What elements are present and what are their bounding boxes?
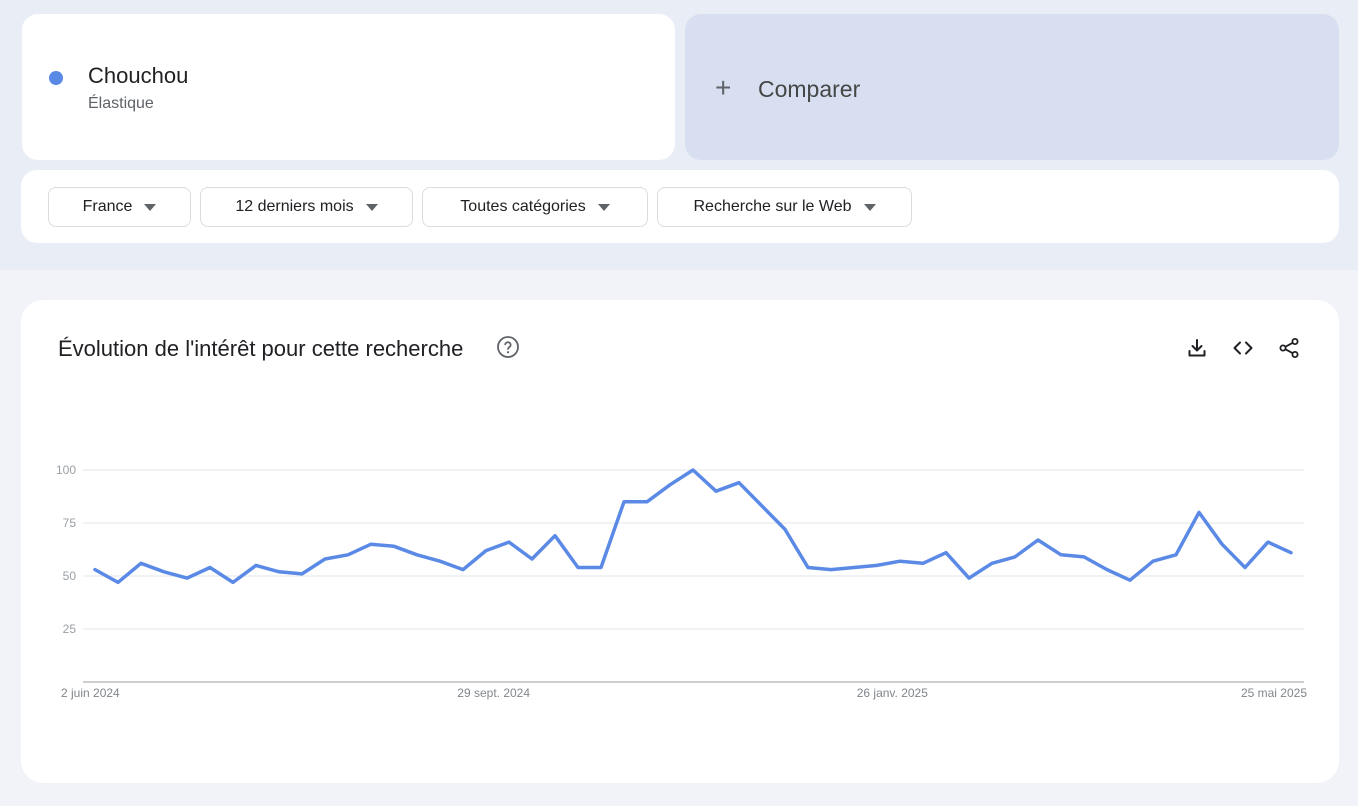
region-filter-label: France	[82, 198, 133, 215]
interest-line-chart: 25 50 75 100 2 juin 2024 29 sept. 2024 26 janv…	[56, 463, 1307, 700]
caret-down-icon	[597, 203, 610, 211]
x-tick-label: 2 juin 2024	[61, 686, 120, 700]
plus-icon: +	[715, 72, 732, 103]
period-filter[interactable]: 12 derniers mois	[200, 187, 413, 227]
region-filter[interactable]: France	[48, 187, 191, 227]
y-tick-label: 25	[63, 622, 77, 636]
compare-button[interactable]: + Comparer	[685, 14, 1339, 160]
y-tick-label: 75	[63, 516, 77, 530]
search-type-filter-label: Recherche sur le Web	[693, 198, 852, 215]
y-tick-label: 50	[63, 569, 77, 583]
caret-down-icon	[144, 203, 157, 211]
x-tick-label: 26 janv. 2025	[857, 686, 928, 700]
compare-label: Comparer	[758, 76, 861, 102]
caret-down-icon	[365, 203, 378, 211]
filter-bar: France 12 derniers mois Toutes catégorie…	[21, 170, 1339, 243]
x-tick-label: 25 mai 2025	[1241, 686, 1307, 700]
search-term-category: Élastique	[88, 95, 154, 112]
period-filter-label: 12 derniers mois	[235, 198, 354, 215]
caret-down-icon	[863, 203, 876, 211]
category-filter[interactable]: Toutes catégories	[422, 187, 648, 227]
interest-over-time-card: Évolution de l'intérêt pour cette recher…	[21, 300, 1339, 783]
series-color-dot	[49, 71, 63, 85]
category-filter-label: Toutes catégories	[460, 198, 586, 215]
search-term-card[interactable]: Chouchou Élastique	[22, 14, 675, 160]
search-term-name: Chouchou	[88, 63, 189, 88]
series-line-chouchou	[93, 468, 1293, 585]
y-tick-label: 100	[56, 463, 76, 477]
x-tick-label: 29 sept. 2024	[457, 686, 530, 700]
search-type-filter[interactable]: Recherche sur le Web	[657, 187, 912, 227]
